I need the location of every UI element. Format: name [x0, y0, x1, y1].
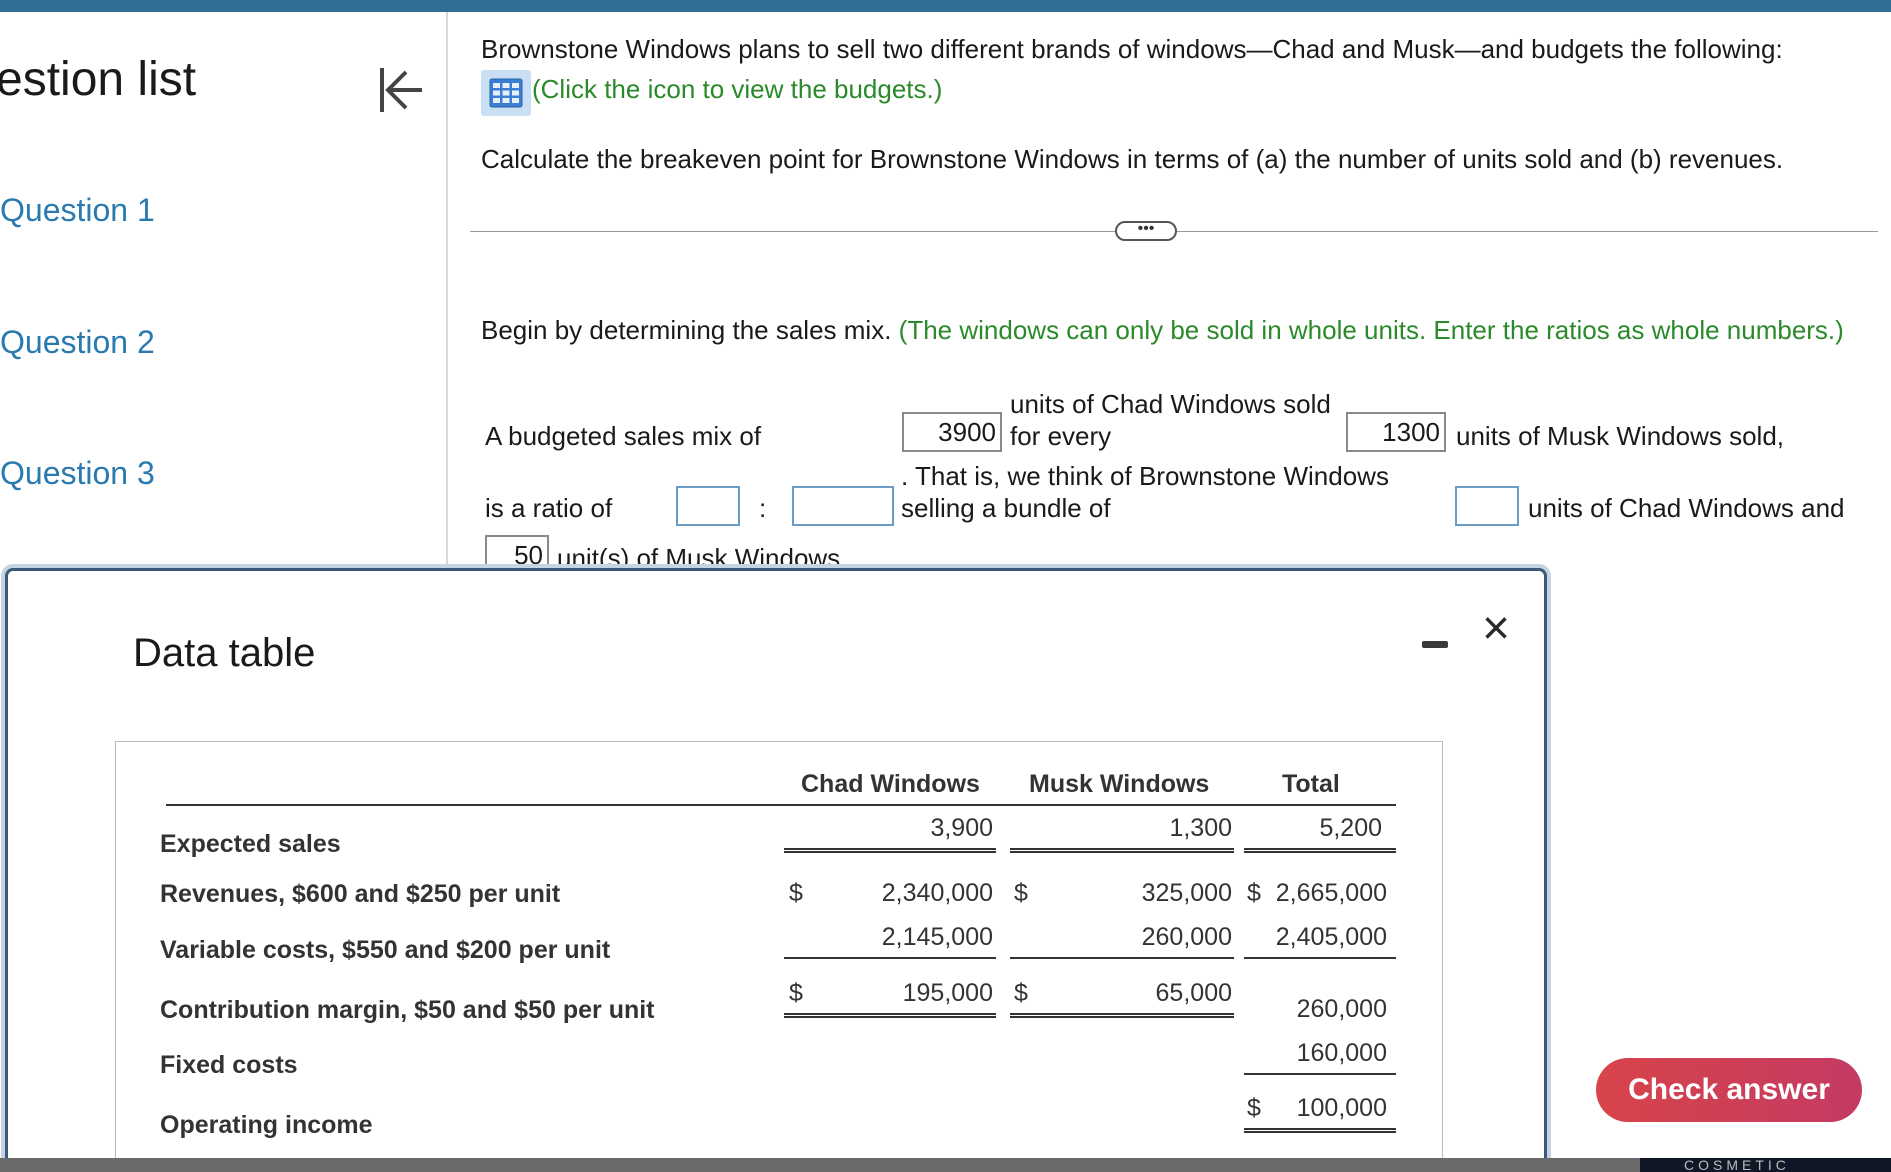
cell-total-variable-costs: 2,405,000 — [1275, 923, 1387, 951]
header-total: Total — [1282, 770, 1340, 798]
chad-units-input[interactable]: 3900 — [902, 412, 1002, 452]
budget-table: Chad Windows Musk Windows Total Expected… — [115, 741, 1443, 1172]
expand-more-button[interactable]: ••• — [1115, 221, 1177, 241]
data-table-dialog: Data table × Chad Windows Musk Windows T… — [5, 568, 1547, 1172]
ratio-colon: : — [759, 493, 767, 523]
top-accent-bar — [0, 0, 1891, 12]
row-label-fixed-costs: Fixed costs — [160, 1051, 298, 1079]
currency-sign: $ — [1247, 879, 1261, 907]
cell-chad-variable-costs: 2,145,000 — [881, 923, 993, 951]
cell-musk-contribution-margin: 65,000 — [1155, 979, 1232, 1007]
cell-chad-contribution-margin: 195,000 — [902, 979, 993, 1007]
musk-units-input[interactable]: 1300 — [1346, 412, 1446, 452]
close-icon[interactable]: × — [1476, 605, 1516, 653]
header-musk-windows: Musk Windows — [1029, 770, 1210, 798]
row-label-variable-costs: Variable costs, $550 and $200 per unit — [160, 936, 611, 964]
collapse-sidebar-icon[interactable] — [378, 64, 426, 116]
view-budgets-table-icon[interactable] — [481, 70, 531, 116]
sidebar-item-question-2[interactable]: Question 2 — [0, 324, 155, 361]
cell-total-revenues: 2,665,000 — [1275, 879, 1387, 907]
sidebar-item-question-3[interactable]: Question 3 — [0, 455, 155, 492]
check-answer-button[interactable]: Check answer — [1596, 1058, 1862, 1122]
cell-total-expected-sales: 5,200 — [1319, 814, 1382, 842]
sentence-text-6: units of Chad Windows and — [1528, 493, 1845, 523]
header-chad-windows: Chad Windows — [801, 770, 980, 798]
bundle-chad-input[interactable] — [1455, 486, 1519, 526]
question-intro: Brownstone Windows plans to sell two dif… — [481, 34, 1783, 64]
cell-musk-variable-costs: 260,000 — [1141, 923, 1232, 951]
sentence-text-5a: . That is, we think of Brownstone Window… — [901, 461, 1389, 491]
currency-sign: $ — [1014, 979, 1028, 1007]
cell-total-fixed-costs: 160,000 — [1296, 1039, 1387, 1067]
view-budgets-link[interactable]: (Click the icon to view the budgets.) — [532, 74, 942, 105]
bottom-status-bar — [0, 1158, 1891, 1172]
sidebar-title: estion list — [0, 53, 197, 106]
minimize-icon[interactable] — [1418, 623, 1452, 657]
row-label-contribution-margin: Contribution margin, $50 and $50 per uni… — [160, 996, 655, 1024]
row-label-operating-income: Operating income — [160, 1111, 373, 1139]
header-rule — [166, 804, 1396, 806]
cell-musk-revenues: 325,000 — [1141, 879, 1232, 907]
step-hint: (The windows can only be sold in whole u… — [898, 315, 1844, 345]
footer-brand: COSMETIC — [1640, 1158, 1891, 1172]
cell-total-contribution-margin: 260,000 — [1296, 995, 1387, 1023]
sentence-text-3: units of Musk Windows sold, — [1456, 421, 1785, 451]
row-label-expected-sales: Expected sales — [160, 830, 341, 858]
cell-musk-expected-sales: 1,300 — [1169, 814, 1232, 842]
row-label-revenues: Revenues, $600 and $250 per unit — [160, 880, 561, 908]
currency-sign: $ — [789, 879, 803, 907]
dialog-title: Data table — [133, 631, 316, 675]
cell-chad-expected-sales: 3,900 — [930, 814, 993, 842]
sentence-text-4: is a ratio of — [485, 493, 613, 523]
cell-chad-revenues: 2,340,000 — [881, 879, 993, 907]
sidebar-item-question-1[interactable]: Question 1 — [0, 192, 155, 229]
sentence-text-1: A budgeted sales mix of — [485, 421, 762, 451]
currency-sign: $ — [789, 979, 803, 1007]
ratio-musk-input[interactable] — [792, 486, 894, 526]
currency-sign: $ — [1014, 879, 1028, 907]
sentence-text-5b: selling a bundle of — [901, 493, 1111, 523]
ratio-chad-input[interactable] — [676, 486, 740, 526]
step-instruction: Begin by determining the sales mix. (The… — [481, 315, 1844, 346]
step-text: Begin by determining the sales mix. — [481, 315, 892, 345]
question-task: Calculate the breakeven point for Browns… — [481, 144, 1784, 174]
cell-total-operating-income: 100,000 — [1296, 1094, 1387, 1122]
currency-sign: $ — [1247, 1094, 1261, 1122]
question-list-sidebar: estion list Question 1 Question 2 Questi… — [0, 12, 448, 572]
sentence-text-2a: units of Chad Windows sold — [1010, 389, 1331, 419]
sentence-text-2b: for every — [1010, 421, 1112, 451]
